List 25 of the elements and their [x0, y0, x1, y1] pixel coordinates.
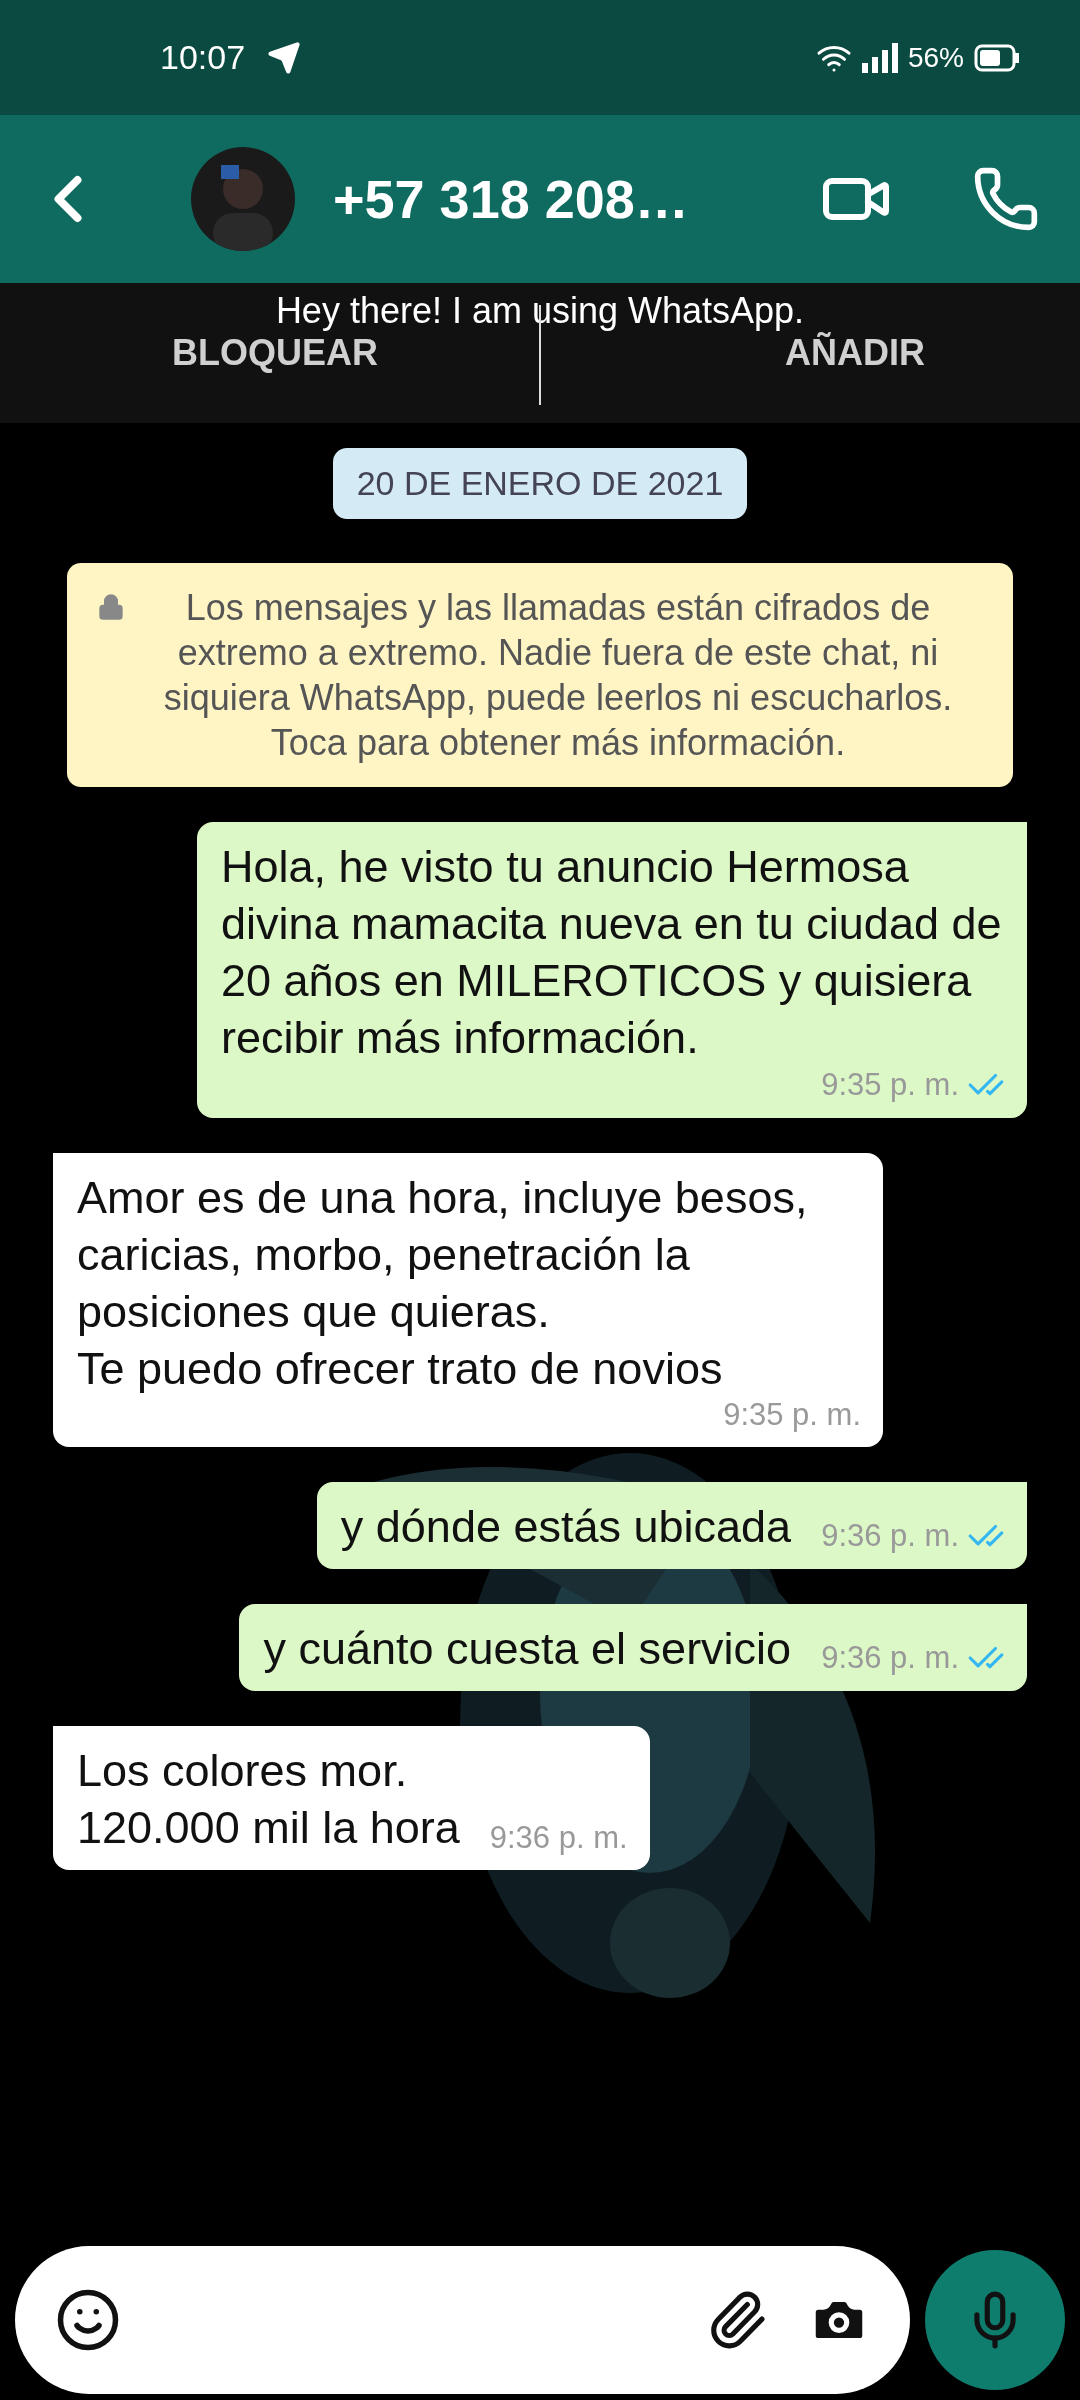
message-text: Los colores mor. 120.000 mil la hora [77, 1744, 460, 1855]
date-chip: 20 DE ENERO DE 2021 [332, 448, 748, 519]
message-text: Hola, he visto tu anuncio Hermosa divina mamacita nueva en tu ciudad de 20 años en MILEROTICOS y quisiera recibir más información. [221, 840, 1003, 1065]
message-text: y dónde estás ubicada [340, 1500, 792, 1554]
clock: 10:07 [160, 38, 246, 77]
phone-icon[interactable] [972, 165, 1040, 233]
paper-plane-icon [267, 40, 302, 75]
message-time: 9:35 p. m. [723, 1397, 861, 1433]
contact-action-button[interactable]: AÑADIR [785, 332, 925, 374]
message-time: 9:35 p. m. [821, 1067, 959, 1103]
contact-action-button[interactable]: BLOQUEAR [172, 332, 378, 374]
battery-level: 56% [907, 41, 964, 74]
message-text: Amor es de una hora, incluye besos, caricias, morbo, penetración la posiciones que quieras. Te puedo ofrecer trato de novios [77, 1171, 809, 1396]
message-time: 9:36 p. m. [489, 1820, 628, 1856]
encryption-text: Los mensajes y las llamadas están cifrados de extremo a extremo. Nadie fuera de este chat, ni siquiera WhatsApp, puede leerlos ni escucharlos. Toca para obtener más información. [162, 586, 954, 765]
contact-title[interactable]: +57 318 208… [333, 168, 689, 230]
emoji-icon[interactable] [55, 2287, 121, 2353]
signal-icon [861, 42, 898, 73]
message-time: 9:36 p. m. [821, 1640, 959, 1676]
message-text: y cuánto cuesta el servicio [263, 1622, 792, 1676]
encryption-notice[interactable]: Los mensajes y las llamadas están cifrados de extremo a extremo. Nadie fuera de este chat, ni siquiera WhatsApp, puede leerlos ni escucharlos. Toca para obtener más información. [67, 563, 1013, 787]
lock-icon [97, 593, 125, 621]
about-status: Hey there! I am using WhatsApp. [275, 290, 805, 332]
battery-icon [974, 43, 1020, 72]
message-time: 9:36 p. m. [821, 1518, 959, 1554]
